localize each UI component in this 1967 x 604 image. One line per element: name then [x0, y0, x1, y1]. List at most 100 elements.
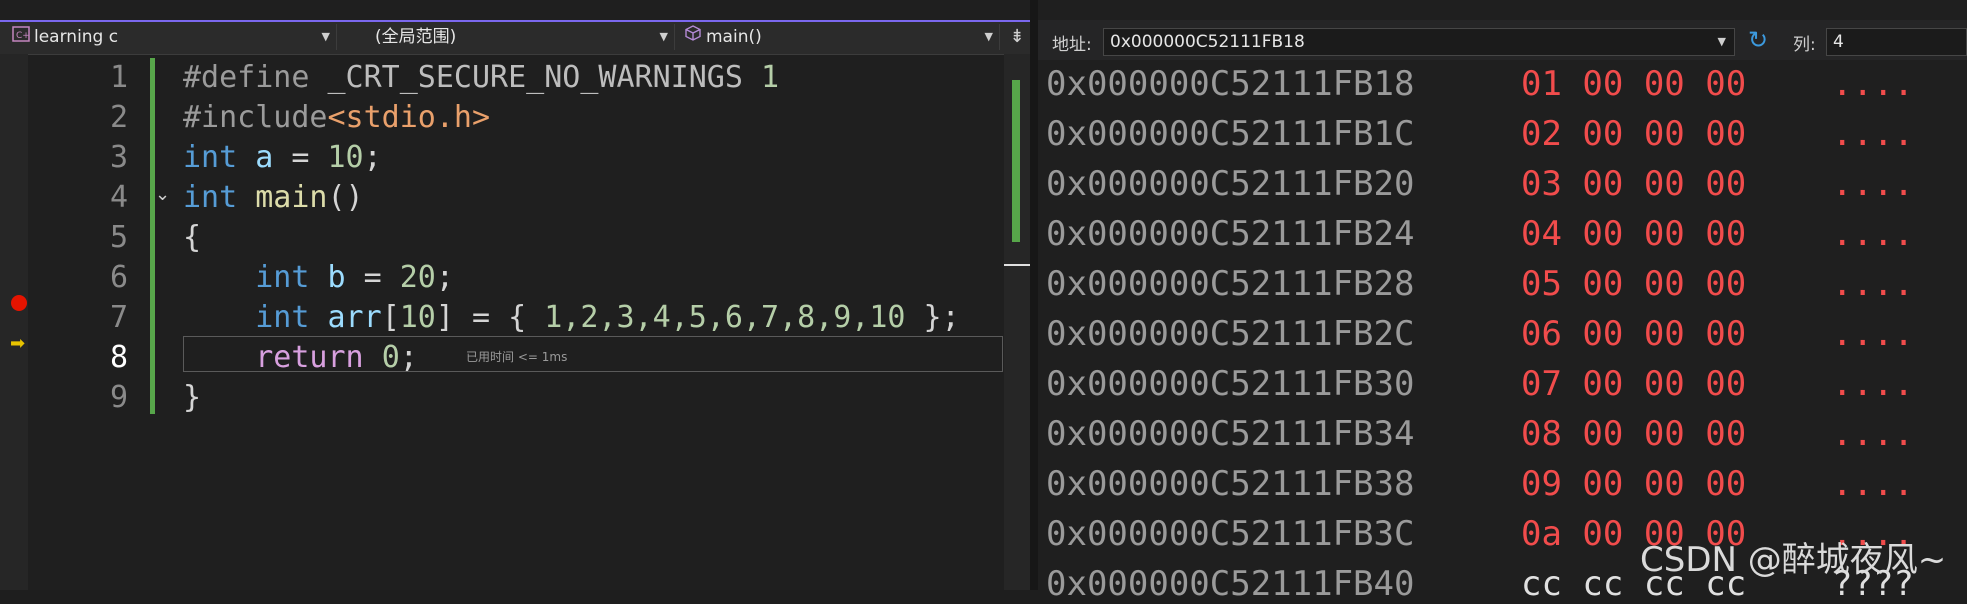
- code-token: 10: [327, 140, 364, 175]
- line-number: 3: [109, 140, 128, 175]
- memory-ascii: ....: [1832, 364, 1914, 404]
- code-token: ] = {: [435, 300, 545, 335]
- memory-address: 0x000000C52111FB18: [1046, 64, 1415, 104]
- chevron-down-icon: ▼: [321, 30, 330, 43]
- memory-address: 0x000000C52111FB3C: [1046, 514, 1415, 554]
- fold-chevron-icon[interactable]: ⌄: [155, 184, 170, 205]
- memory-row[interactable]: 0x000000C52111FB2C 06 00 00 00....: [1046, 314, 1914, 354]
- scrollbar-caret-marker: [1004, 264, 1030, 266]
- scrollbar-thumb[interactable]: [1012, 80, 1020, 242]
- code-token: ;: [363, 140, 382, 175]
- pane-splitter[interactable]: [1030, 0, 1038, 590]
- code-token: main: [255, 180, 328, 215]
- memory-row[interactable]: 0x000000C52111FB18 01 00 00 00....: [1046, 64, 1914, 104]
- code-line[interactable]: #define _CRT_SECURE_NO_WARNINGS 1: [183, 58, 779, 98]
- change-tracking-bar: [150, 58, 155, 414]
- code-token: a: [237, 140, 292, 175]
- scope-label: (全局范围): [375, 27, 457, 47]
- code-line[interactable]: {: [183, 218, 201, 258]
- code-token: [: [381, 300, 400, 335]
- line-number: 5: [109, 220, 128, 255]
- project-icon: C+: [12, 24, 30, 50]
- line-number: 2: [109, 100, 128, 135]
- scope-dropdown[interactable]: (全局范围) ▼: [345, 24, 675, 50]
- memory-ascii: ....: [1832, 264, 1914, 304]
- chevron-down-icon: ▼: [659, 30, 668, 43]
- instruction-pointer-icon: ➡: [10, 333, 26, 354]
- address-input[interactable]: 0x000000C52111FB18 ▼: [1103, 28, 1735, 56]
- memory-ascii: ....: [1832, 464, 1914, 504]
- memory-bytes: 08 00 00 00: [1521, 414, 1747, 454]
- memory-ascii: ....: [1832, 214, 1914, 254]
- code-token: 1: [742, 60, 780, 95]
- code-line[interactable]: int b = 20;: [183, 258, 454, 298]
- memory-row[interactable]: 0x000000C52111FB24 04 00 00 00....: [1046, 214, 1914, 254]
- code-line[interactable]: #include<stdio.h>: [183, 98, 490, 138]
- function-dropdown[interactable]: main() ▼: [682, 24, 1000, 50]
- memory-bytes: 02 00 00 00: [1521, 114, 1747, 154]
- refresh-icon[interactable]: ↻: [1744, 26, 1772, 54]
- columns-input[interactable]: 4: [1826, 28, 1967, 56]
- memory-row[interactable]: 0x000000C52111FB3C 0a 00 00 00....: [1046, 514, 1914, 554]
- split-editor-icon[interactable]: ⇟: [1004, 22, 1030, 52]
- code-token: b: [309, 260, 364, 295]
- columns-label: 列:: [1793, 35, 1816, 55]
- memory-ascii: ....: [1832, 314, 1914, 354]
- code-token: ;: [399, 340, 418, 375]
- project-dropdown[interactable]: C+ learning c ▼: [12, 24, 337, 50]
- memory-ascii: ....: [1832, 164, 1914, 204]
- memory-address: 0x000000C52111FB40: [1046, 564, 1415, 604]
- memory-row[interactable]: 0x000000C52111FB20 03 00 00 00....: [1046, 164, 1914, 204]
- memory-row[interactable]: 0x000000C52111FB34 08 00 00 00....: [1046, 414, 1914, 454]
- watermark: CSDN @醉城夜风~: [1640, 540, 1947, 580]
- columns-value: 4: [1833, 32, 1844, 52]
- memory-row[interactable]: 0x000000C52111FB1C 02 00 00 00....: [1046, 114, 1914, 154]
- memory-row[interactable]: 0x000000C52111FB28 05 00 00 00....: [1046, 264, 1914, 304]
- line-number: 7: [109, 300, 128, 335]
- code-token: {: [183, 220, 202, 255]
- code-token: (): [327, 180, 364, 215]
- memory-address: 0x000000C52111FB24: [1046, 214, 1415, 254]
- code-line[interactable]: int main(): [183, 178, 364, 218]
- line-number: 4: [109, 180, 128, 215]
- code-line[interactable]: int arr[10] = { 1,2,3,4,5,6,7,8,9,10 };: [183, 298, 959, 338]
- code-token: int: [255, 300, 310, 335]
- code-line[interactable]: return 0;: [183, 338, 418, 378]
- function-name: main(): [706, 27, 762, 47]
- memory-bytes: 04 00 00 00: [1521, 214, 1747, 254]
- memory-address: 0x000000C52111FB2C: [1046, 314, 1415, 354]
- memory-row[interactable]: 0x000000C52111FB30 07 00 00 00....: [1046, 364, 1914, 404]
- project-name: learning c: [34, 27, 119, 47]
- memory-row[interactable]: 0x000000C52111FB40 cc cc cc cc????: [1046, 564, 1914, 604]
- code-token: }: [183, 380, 202, 415]
- memory-address: 0x000000C52111FB30: [1046, 364, 1415, 404]
- code-token: =: [363, 260, 400, 295]
- breakpoint-icon[interactable]: [11, 295, 27, 311]
- memory-address: 0x000000C52111FB20: [1046, 164, 1415, 204]
- code-line[interactable]: int a = 10;: [183, 138, 382, 178]
- line-number: 6: [109, 260, 128, 295]
- code-token: 0: [381, 340, 400, 375]
- code-token: int: [255, 260, 310, 295]
- glyph-margin[interactable]: [0, 54, 28, 590]
- perf-tip: 已用时间 <= 1ms: [466, 350, 568, 364]
- code-token: _CRT_SECURE_NO_WARNINGS: [327, 60, 743, 95]
- active-tab-indicator: [0, 20, 1030, 22]
- line-number: 1: [109, 60, 128, 95]
- memory-ascii: ....: [1832, 114, 1914, 154]
- memory-row[interactable]: 0x000000C52111FB38 09 00 00 00....: [1046, 464, 1914, 504]
- code-token: return: [255, 340, 364, 375]
- code-line[interactable]: }: [183, 378, 201, 418]
- address-label: 地址:: [1052, 35, 1092, 55]
- chevron-down-icon: ▼: [984, 30, 993, 43]
- code-token: 20: [399, 260, 436, 295]
- chevron-down-icon: ▼: [1717, 35, 1726, 48]
- memory-bytes: 03 00 00 00: [1521, 164, 1747, 204]
- function-cube-icon: [684, 24, 702, 50]
- address-value: 0x000000C52111FB18: [1110, 32, 1305, 52]
